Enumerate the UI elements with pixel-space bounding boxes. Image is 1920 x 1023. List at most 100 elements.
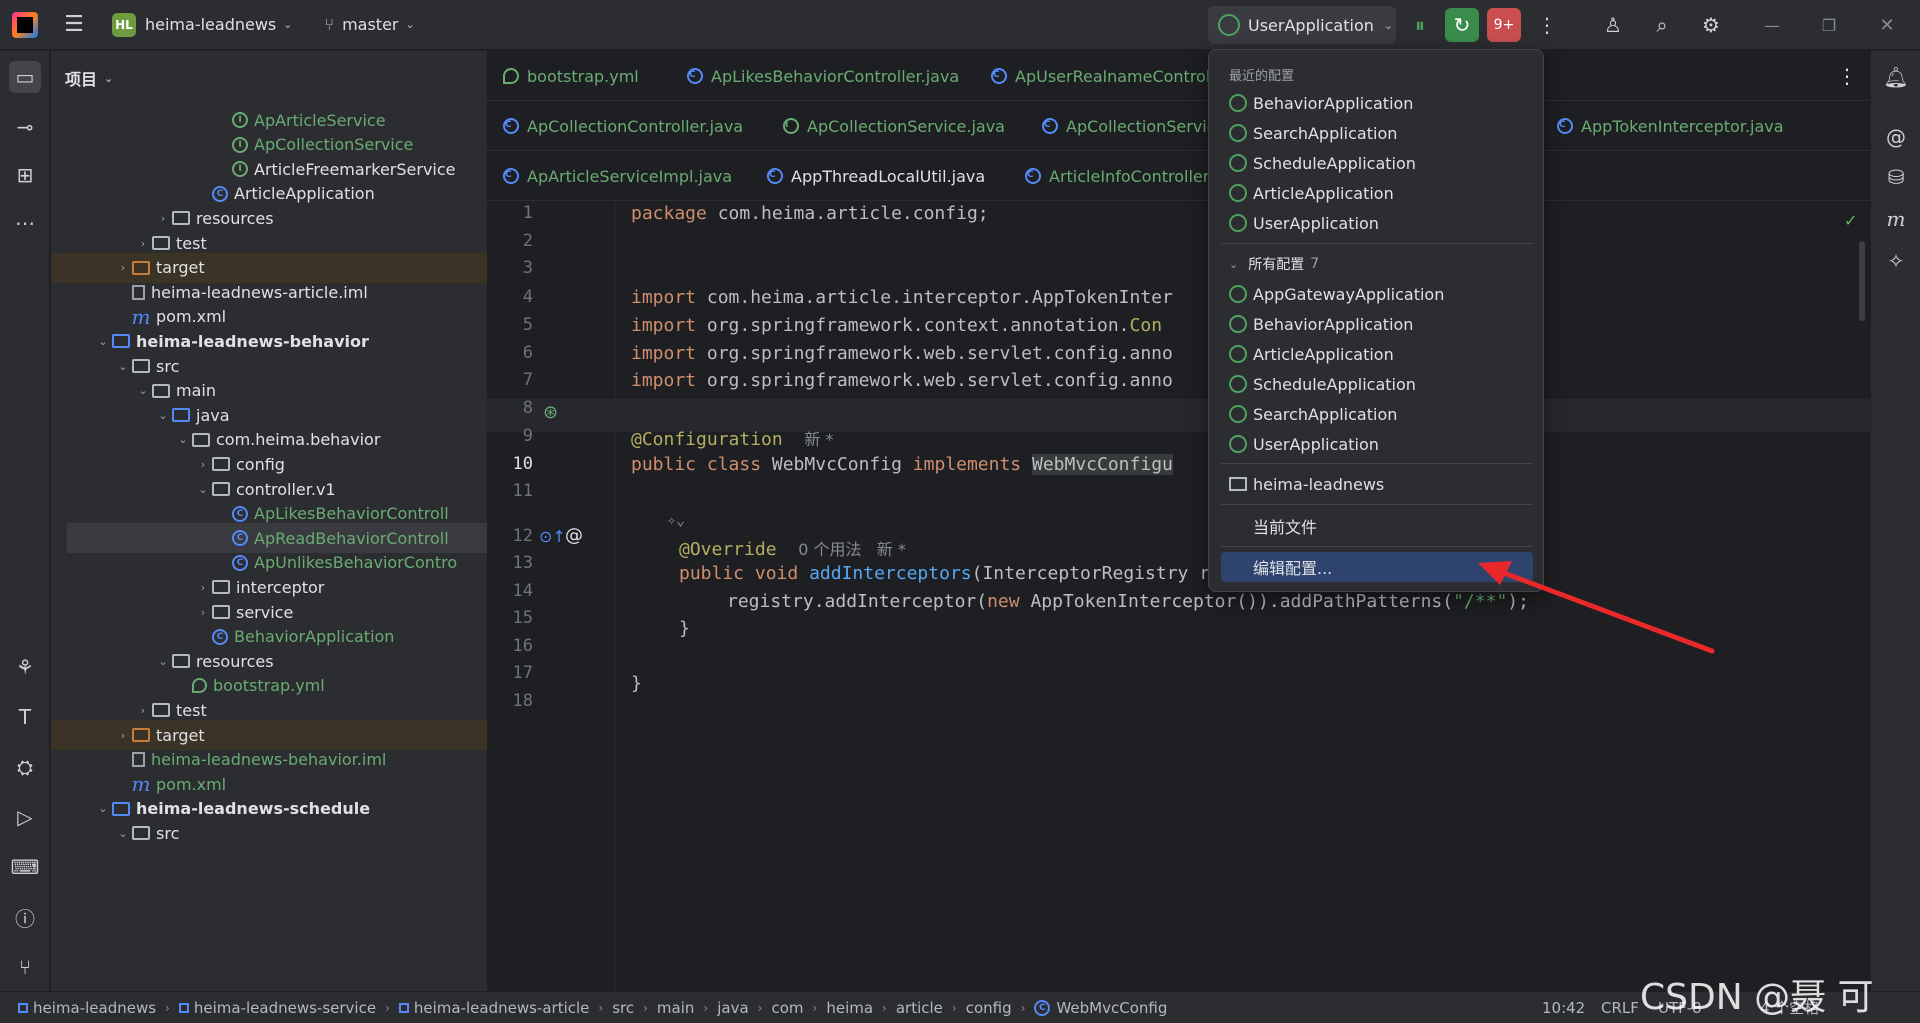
add-user-icon[interactable]: ♙ <box>1596 8 1630 42</box>
project-config-item[interactable]: heima-leadnews <box>1221 469 1533 499</box>
git-icon[interactable]: ⑂ <box>9 951 41 983</box>
chevron-down-icon[interactable]: ⌄ <box>114 827 132 840</box>
breadcrumb-item[interactable]: article <box>896 999 943 1017</box>
breadcrumb-item[interactable]: heima-leadnews-article <box>398 999 589 1017</box>
run-config-item[interactable]: ScheduleApplication <box>1221 148 1533 178</box>
more-horizontal-icon[interactable]: ⋯ <box>9 207 41 239</box>
run-config-item[interactable]: ScheduleApplication <box>1221 369 1533 399</box>
close-icon[interactable]: ✕ <box>1870 8 1904 42</box>
run-config-selector[interactable]: UserApplication ⌄ <box>1208 6 1396 44</box>
run-config-item[interactable]: ArticleApplication <box>1221 178 1533 208</box>
editor-tab[interactable]: C ApArticleServiceImpl.java <box>503 151 732 201</box>
project-panel-header[interactable]: 项目 ⌄ <box>51 51 487 105</box>
breadcrumb-item[interactable]: com <box>771 999 803 1017</box>
build-icon[interactable]: T <box>9 701 41 733</box>
editor-tab[interactable]: C ArticleInfoController.j <box>1025 151 1217 201</box>
structure-icon[interactable]: ⊞ <box>9 159 41 191</box>
breadcrumb-item[interactable]: heima-leadnews <box>18 999 156 1017</box>
editor-tab[interactable]: C ApUserRealnameControlle <box>991 51 1225 101</box>
project-switcher[interactable]: HL heima-leadnews ⌄ <box>104 8 300 42</box>
problems-icon[interactable]: ⓘ <box>9 901 41 933</box>
ai-sparkle-icon[interactable]: ✧⌄ <box>667 511 685 529</box>
chevron-down-icon[interactable]: ⌄ <box>94 802 112 815</box>
spring-boot-icon <box>1218 14 1240 36</box>
chevron-down-icon[interactable]: ⌄ <box>174 433 192 446</box>
debug-icon[interactable]: ⛭ <box>9 751 41 783</box>
breadcrumb-item[interactable]: config <box>966 999 1012 1017</box>
current-file-item[interactable]: 当前文件 <box>1221 511 1533 541</box>
run-config-item[interactable]: SearchApplication <box>1221 118 1533 148</box>
breadcrumb-item[interactable]: heima <box>826 999 873 1017</box>
notifications-icon[interactable]: 🔔︎ <box>1880 61 1912 93</box>
inlay-hint[interactable]: 新 * <box>804 430 833 449</box>
branch-switcher[interactable]: ⑂ master ⌄ <box>316 8 422 42</box>
minimize-icon[interactable]: — <box>1755 8 1789 42</box>
chevron-right-icon[interactable]: › <box>114 261 132 274</box>
editor-tab[interactable]: C ApCollectionController.java <box>503 101 743 151</box>
gear-icon[interactable]: ⚙ <box>1694 8 1728 42</box>
tree-row-label: test <box>176 233 207 253</box>
tree-row[interactable]: ⌄ src <box>51 818 487 848</box>
breadcrumb-item[interactable]: main <box>657 999 694 1017</box>
editor-tab[interactable]: bootstrap.yml <box>503 51 639 101</box>
editor-tab[interactable]: C ApLikesBehaviorController.java <box>687 51 959 101</box>
gradle-icon[interactable]: ✧ <box>1880 245 1912 277</box>
chevron-right-icon[interactable]: › <box>134 237 152 250</box>
check-icon[interactable]: ✓ <box>1844 211 1857 230</box>
breadcrumb-item[interactable]: java <box>717 999 748 1017</box>
breadcrumb-item[interactable]: C WebMvcConfig <box>1034 999 1167 1017</box>
run-config-item[interactable]: BehaviorApplication <box>1221 309 1533 339</box>
chevron-right-icon[interactable]: › <box>134 704 152 717</box>
breadcrumb-item[interactable]: src <box>612 999 634 1017</box>
chevron-right-icon[interactable]: › <box>154 212 172 225</box>
rerun-icon[interactable]: ↻ <box>1445 8 1479 42</box>
inlay-hint[interactable]: 0 个用法 新 * <box>798 540 906 559</box>
chevron-down-icon[interactable]: ⌄ <box>134 384 152 397</box>
editor-scrollbar[interactable] <box>1859 241 1865 321</box>
pause-icon[interactable]: ⏸ <box>1403 8 1437 42</box>
run-icon[interactable]: ▷ <box>9 801 41 833</box>
more-tabs-icon[interactable]: ⋮ <box>1837 51 1857 101</box>
ai-assistant-icon[interactable]: @ <box>1880 121 1912 153</box>
chevron-down-icon[interactable]: ⌄ <box>154 409 172 422</box>
database-icon[interactable]: ⛁ <box>1880 161 1912 193</box>
chevron-down-icon[interactable]: ⌄ <box>94 335 112 348</box>
run-config-item[interactable]: UserApplication <box>1221 429 1533 459</box>
services-icon[interactable]: ⚘ <box>9 651 41 683</box>
more-vertical-icon[interactable]: ⋮ <box>1530 8 1564 42</box>
run-config-item[interactable]: SearchApplication <box>1221 399 1533 429</box>
chevron-down-icon[interactable]: ⌄ <box>154 655 172 668</box>
run-config-item[interactable]: UserApplication <box>1221 208 1533 238</box>
caret-position[interactable]: 10:42 <box>1542 999 1585 1017</box>
run-config-item[interactable]: ArticleApplication <box>1221 339 1533 369</box>
restore-icon[interactable]: ❐ <box>1812 8 1846 42</box>
editor-tab[interactable]: C AppTokenInterceptor.java <box>1557 101 1784 151</box>
chevron-right-icon[interactable]: › <box>194 606 212 619</box>
stop-services-icon[interactable]: 9+ <box>1487 8 1521 42</box>
editor-tab[interactable]: C AppThreadLocalUtil.java <box>767 151 985 201</box>
line-separator[interactable]: CRLF <box>1601 999 1639 1017</box>
breadcrumb-label: config <box>965 998 1012 1017</box>
search-icon[interactable]: ⌕ <box>1645 8 1679 42</box>
project-folder-icon[interactable]: ▭ <box>9 61 41 93</box>
chevron-right-icon[interactable]: › <box>114 729 132 742</box>
chevron-down-icon[interactable]: ⌄ <box>114 360 132 373</box>
code-token: registry.addInterceptor( <box>727 591 988 612</box>
spring-bean-icon[interactable]: ⊛ <box>543 402 558 423</box>
chevron-right-icon[interactable]: › <box>194 458 212 471</box>
spring-boot-icon <box>1229 124 1247 142</box>
terminal-icon[interactable]: ⌨ <box>9 851 41 883</box>
maven-icon[interactable]: m <box>1880 203 1912 235</box>
main-menu-button[interactable]: ☰ <box>54 8 94 42</box>
all-configs-group[interactable]: ⌄ 所有配置 7 <box>1221 249 1533 279</box>
editor-tab[interactable]: I ApCollectionService.java <box>783 101 1005 151</box>
chevron-right-icon[interactable]: › <box>194 581 212 594</box>
run-config-item[interactable]: BehaviorApplication <box>1221 88 1533 118</box>
run-config-item[interactable]: AppGatewayApplication <box>1221 279 1533 309</box>
editor-tab[interactable]: C ApCollectionServic <box>1042 101 1216 151</box>
override-icon[interactable]: ⊙↑ <box>539 527 566 546</box>
at-icon[interactable]: @ <box>565 525 583 546</box>
commit-icon[interactable]: ⊸ <box>9 111 41 143</box>
breadcrumb-item[interactable]: heima-leadnews-service <box>178 999 376 1017</box>
chevron-down-icon[interactable]: ⌄ <box>194 483 212 496</box>
